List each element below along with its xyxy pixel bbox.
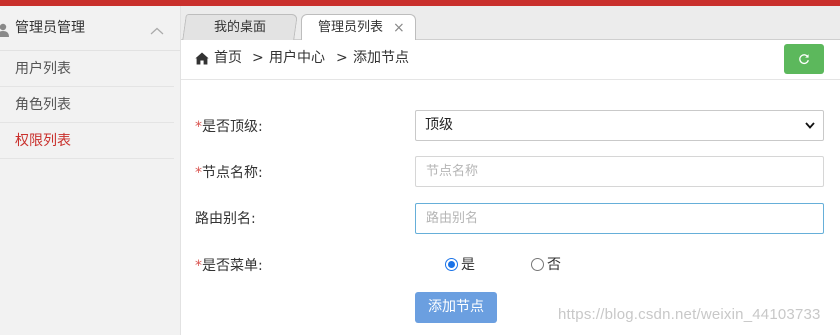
route-alias-input[interactable] [415, 203, 824, 234]
label-text: 是否菜单: [202, 258, 263, 274]
tab-label: 管理员列表 [318, 20, 384, 35]
radio-label: 是 [461, 257, 475, 273]
sidebar-item-role-list[interactable]: 角色列表 [0, 87, 174, 123]
label-text: 路由别名: [195, 211, 256, 227]
radio-is-menu-yes[interactable]: 是 [445, 254, 475, 274]
refresh-icon [799, 54, 809, 65]
user-icon [0, 23, 9, 37]
sidebar-menu-title: 管理员管理 [15, 20, 85, 36]
sidebar-submenu: 用户列表 角色列表 权限列表 [0, 51, 174, 159]
is-top-label: *是否顶级: [195, 116, 263, 136]
radio-label: 否 [547, 257, 561, 273]
node-name-input[interactable] [415, 156, 824, 187]
refresh-button[interactable] [784, 44, 824, 74]
sidebar-menu-admin[interactable]: 管理员管理 [0, 6, 180, 51]
tab-admin-list[interactable]: 管理员列表 × [301, 14, 416, 42]
radio-is-menu-no[interactable]: 否 [531, 254, 561, 274]
breadcrumb-user-center[interactable]: 用户中心 [269, 40, 325, 77]
radio-checked-icon [445, 257, 458, 271]
sidebar-item-permission-list[interactable]: 权限列表 [0, 123, 174, 159]
label-text: 节点名称: [202, 165, 263, 181]
is-top-select[interactable]: 顶级 [415, 110, 824, 141]
add-node-button[interactable]: 添加节点 [415, 292, 497, 323]
watermark: https://blog.csdn.net/weixin_44103733 [558, 306, 821, 323]
sidebar-item-user-list[interactable]: 用户列表 [0, 51, 174, 87]
breadcrumb: 首页 > 用户中心 > 添加节点 [181, 40, 840, 80]
select-value: 顶级 [425, 117, 453, 133]
is-menu-label: *是否菜单: [195, 255, 263, 275]
breadcrumb-separator: > [252, 50, 264, 66]
breadcrumb-separator: > [336, 50, 348, 66]
tab-label: 我的桌面 [213, 20, 266, 35]
radio-unchecked-icon [531, 257, 544, 271]
tab-bar: 我的桌面 管理员列表 × [181, 6, 840, 42]
required-mark: * [195, 258, 202, 274]
chevron-down-icon [805, 122, 815, 129]
label-text: 是否顶级: [202, 119, 263, 135]
required-mark: * [195, 119, 202, 135]
tab-my-desktop[interactable]: 我的桌面 [182, 14, 298, 41]
node-name-label: *节点名称: [195, 162, 263, 182]
route-alias-label: 路由别名: [195, 208, 256, 228]
home-icon [195, 52, 209, 65]
chevron-up-icon[interactable] [150, 27, 164, 35]
breadcrumb-home[interactable]: 首页 [214, 40, 242, 77]
sidebar: 管理员管理 用户列表 角色列表 权限列表 [0, 6, 181, 335]
breadcrumb-current: 添加节点 [353, 50, 409, 66]
close-icon[interactable]: × [393, 16, 405, 41]
required-mark: * [195, 165, 202, 181]
